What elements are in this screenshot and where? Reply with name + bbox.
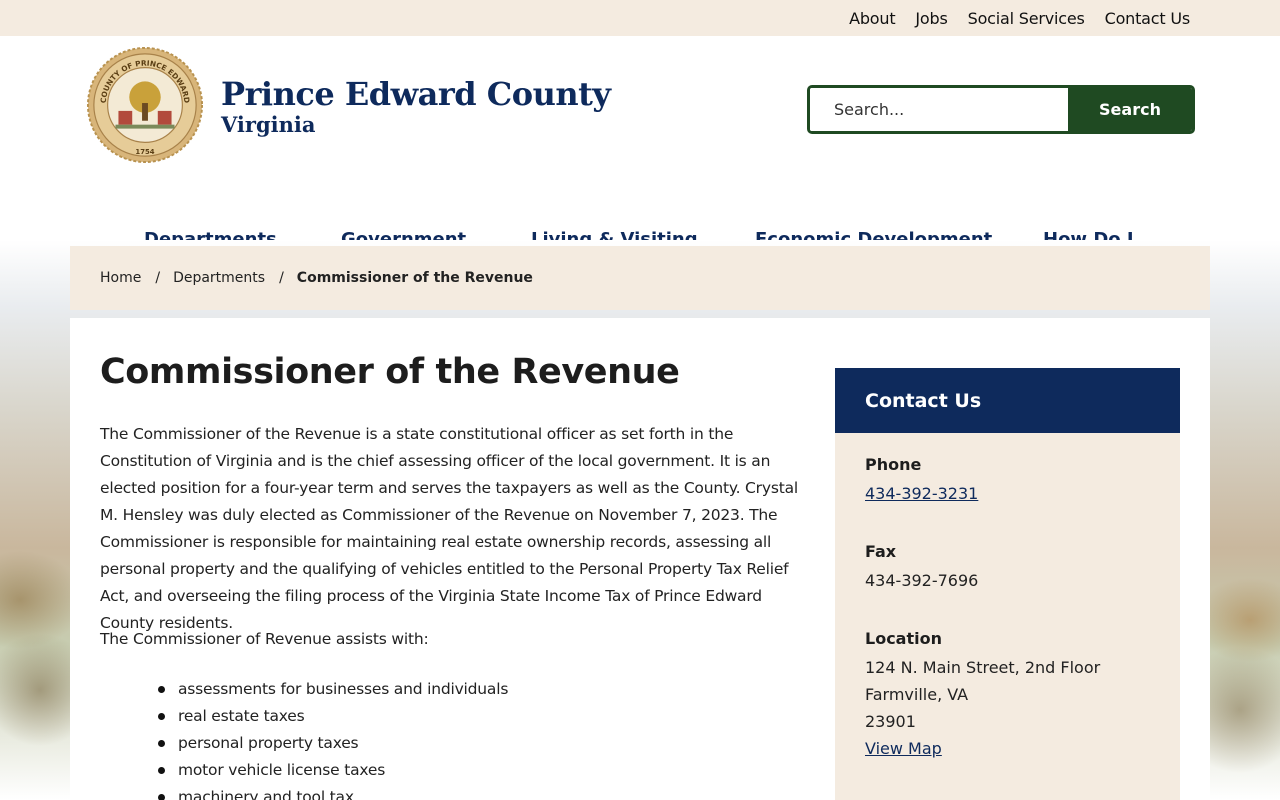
address-line: 124 N. Main Street, 2nd Floor <box>865 658 1101 677</box>
intro-paragraph: The Commissioner of the Revenue is a sta… <box>100 425 798 632</box>
contact-location-group: Location 124 N. Main Street, 2nd Floor F… <box>865 629 1100 762</box>
list-item: motor vehicle license taxes <box>158 757 508 784</box>
fax-value: 434-392-7696 <box>865 571 979 590</box>
breadcrumb: Home / Departments / Commissioner of the… <box>70 246 1210 310</box>
address-line: Farmville, VA <box>865 685 969 704</box>
contact-fax-group: Fax 434-392-7696 <box>865 542 978 594</box>
county-seal-logo[interactable]: COUNTY OF PRINCE EDWARD 1754 <box>86 46 204 164</box>
assists-intro: The Commissioner of Revenue assists with… <box>100 630 429 648</box>
utility-link-about[interactable]: About <box>849 9 896 28</box>
utility-link-social-services[interactable]: Social Services <box>968 9 1085 28</box>
breadcrumb-home[interactable]: Home <box>100 270 141 286</box>
site-brand[interactable]: Prince Edward County Virginia <box>221 74 611 137</box>
breadcrumb-departments[interactable]: Departments <box>173 270 265 286</box>
page-title: Commissioner of the Revenue <box>100 352 680 392</box>
list-item: real estate taxes <box>158 703 508 730</box>
contact-phone-group: Phone 434-392-3231 <box>865 455 978 507</box>
breadcrumb-separator: / <box>155 270 161 286</box>
svg-text:1754: 1754 <box>135 148 154 156</box>
site-state: Virginia <box>221 112 316 137</box>
site-name: Prince Edward County <box>221 75 611 113</box>
search-button[interactable]: Search <box>1068 88 1192 131</box>
breadcrumb-current: Commissioner of the Revenue <box>296 270 533 286</box>
list-item: assessments for businesses and individua… <box>158 676 508 703</box>
main-content: Commissioner of the Revenue The Commissi… <box>70 318 1210 800</box>
contact-sidebar: Contact Us Phone 434-392-3231 Fax 434-39… <box>835 368 1180 800</box>
location-label: Location <box>865 629 942 648</box>
phone-label: Phone <box>865 455 922 474</box>
breadcrumb-separator: / <box>279 270 284 286</box>
utility-nav: About Jobs Social Services Contact Us <box>0 0 1280 36</box>
list-item: machinery and tool tax <box>158 784 508 800</box>
fax-label: Fax <box>865 542 897 561</box>
utility-link-jobs[interactable]: Jobs <box>915 9 947 28</box>
phone-link[interactable]: 434-392-3231 <box>865 480 978 507</box>
address-line: 23901 <box>865 712 916 731</box>
utility-link-contact-us[interactable]: Contact Us <box>1105 9 1191 28</box>
view-map-link[interactable]: View Map <box>865 735 1100 762</box>
contact-heading: Contact Us <box>835 368 1180 433</box>
list-item: personal property taxes <box>158 730 508 757</box>
site-header: COUNTY OF PRINCE EDWARD 1754 Prince Edwa… <box>0 36 1280 250</box>
site-search: Search <box>807 85 1195 134</box>
services-list: assessments for businesses and individua… <box>158 676 508 800</box>
search-input[interactable] <box>810 88 1068 131</box>
